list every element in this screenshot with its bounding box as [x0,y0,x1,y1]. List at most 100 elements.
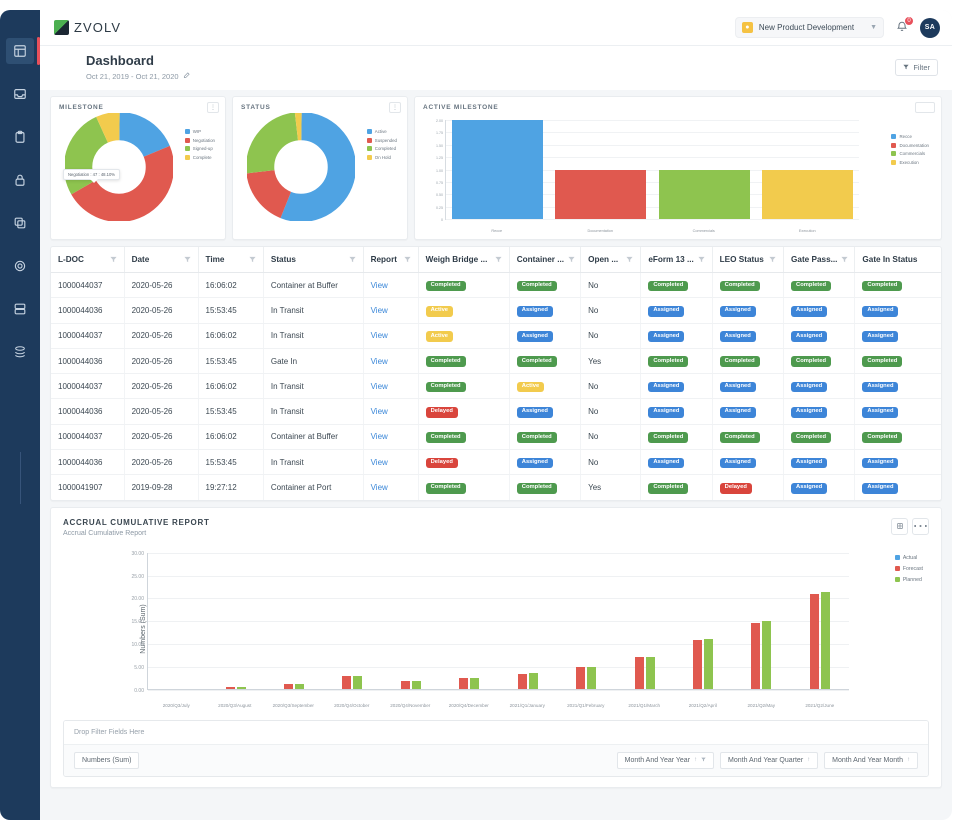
column-filter-icon[interactable] [495,256,502,263]
funnel-icon[interactable] [701,757,706,764]
table-header-cell[interactable]: eForm 13 ... [641,247,712,273]
table-row[interactable]: 10000440372020-05-2616:06:02In TransitVi… [51,323,941,348]
sort-ascending-icon[interactable]: ↑ [907,757,910,763]
sort-ascending-icon[interactable]: ↑ [694,757,697,763]
sidebar-item-tasks[interactable] [6,124,34,150]
bar[interactable] [751,623,760,690]
sidebar-item-inbox[interactable] [6,81,34,107]
column-filter-icon[interactable] [841,256,848,263]
bar[interactable] [635,657,644,689]
column-filter-icon[interactable] [698,256,705,263]
sidebar-item-data[interactable] [6,339,34,365]
sidebar-item-copies[interactable] [6,210,34,236]
column-filter-icon[interactable] [769,256,776,263]
column-filter-icon[interactable] [110,256,117,263]
table-row[interactable]: 10000440362020-05-2615:53:45In TransitVi… [51,399,941,424]
bar[interactable] [452,120,543,219]
bar[interactable] [529,673,538,689]
column-filter-icon[interactable] [404,256,411,263]
table-row[interactable]: 10000440362020-05-2615:53:45In TransitVi… [51,298,941,323]
measure-chip[interactable]: Numbers (Sum) [74,752,139,769]
column-filter-icon[interactable] [626,256,633,263]
legend-item[interactable]: Documentation [891,143,929,148]
table-header-cell[interactable]: Open ... [581,247,641,273]
view-report-link[interactable]: View [371,331,388,340]
bar[interactable] [587,667,596,690]
view-report-link[interactable]: View [371,483,388,492]
dimension-chip[interactable]: Month And Year Quarter↑ [720,752,818,769]
bar[interactable] [576,667,585,689]
legend-item[interactable]: Forecast [895,566,923,572]
bar[interactable] [693,640,702,689]
brand-logo[interactable]: ZVOLV [54,20,121,35]
table-row[interactable]: 10000440372020-05-2616:06:02Container at… [51,273,941,298]
table-header-cell[interactable]: Gate Pass... [784,247,855,273]
legend-item[interactable]: Suspended [367,138,397,143]
table-header-cell[interactable]: Date [124,247,198,273]
table-header-cell[interactable]: Report [363,247,418,273]
table-header-cell[interactable]: LEO Status [712,247,783,273]
table-row[interactable]: 10000440372020-05-2616:06:02Container at… [51,424,941,449]
column-filter-icon[interactable] [249,256,256,263]
table-header-cell[interactable]: Weigh Bridge ... [418,247,509,273]
view-report-link[interactable]: View [371,281,388,290]
legend-item[interactable]: Actual [895,555,923,561]
table-row[interactable]: 10000440372020-05-2616:06:02In TransitVi… [51,374,941,399]
view-report-link[interactable]: View [371,407,388,416]
legend-item[interactable]: Completed [367,146,397,151]
legend-item[interactable]: Negotiation [185,138,215,143]
legend-item[interactable]: WIP [185,129,215,134]
legend-item[interactable]: Commercials [891,151,929,156]
bar[interactable] [821,592,830,690]
bar[interactable] [518,674,527,690]
drop-filter-fields-zone[interactable]: Drop Filter Fields Here [64,721,928,745]
table-row[interactable]: 10000440362020-05-2615:53:45In TransitVi… [51,450,941,475]
sidebar-item-server[interactable] [6,296,34,322]
column-filter-icon[interactable] [184,256,191,263]
bar[interactable] [342,676,351,689]
legend-item[interactable]: Complete [185,155,215,160]
view-report-link[interactable]: View [371,306,388,315]
table-header-cell[interactable]: Gate In Status [855,247,941,273]
sidebar-item-security[interactable] [6,167,34,193]
bar[interactable] [646,657,655,690]
column-filter-icon[interactable] [568,256,575,263]
legend-item[interactable]: On Hold [367,155,397,160]
bar[interactable] [353,676,362,690]
table-header-cell[interactable]: L-DOC [51,247,124,273]
table-header-cell[interactable]: Time [198,247,263,273]
bar[interactable] [762,621,771,690]
legend-item[interactable]: Active [367,129,397,134]
bar[interactable] [555,170,646,220]
view-report-link[interactable]: View [371,357,388,366]
column-filter-icon[interactable] [349,256,356,263]
bar[interactable] [810,594,819,690]
table-header-cell[interactable]: Container ... [509,247,580,273]
bar[interactable] [704,639,713,689]
view-report-link[interactable]: View [371,432,388,441]
legend-item[interactable]: Planned [895,577,923,583]
table-header-cell[interactable]: Status [263,247,363,273]
table-row[interactable]: 10000440362020-05-2615:53:45Gate InViewC… [51,348,941,373]
bar[interactable] [762,170,853,220]
legend-item[interactable]: Signed-up [185,146,215,151]
view-report-link[interactable]: View [371,382,388,391]
legend-item[interactable]: Execution [891,160,929,165]
sort-ascending-icon[interactable]: ↑ [807,757,810,763]
active-milestone-menu-button[interactable] [915,102,935,113]
project-selector[interactable]: ● New Product Development ▼ [735,17,884,38]
date-range[interactable]: Oct 21, 2019 - Oct 21, 2020 [86,72,190,81]
sidebar-item-dashboard[interactable] [6,38,34,64]
legend-item[interactable]: Recce [891,134,929,139]
dimension-chip[interactable]: Month And Year Month↑ [824,752,918,769]
avatar[interactable]: SA [920,18,940,38]
view-report-link[interactable]: View [371,458,388,467]
more-options-button[interactable]: ⋯ [912,518,929,535]
dimension-chip[interactable]: Month And Year Year↑ [617,752,714,769]
settings-button[interactable] [891,518,908,535]
notifications-button[interactable]: 0 [892,18,912,38]
filter-button[interactable]: Filter [895,59,938,76]
table-row[interactable]: 10000419072019-09-2819:27:12Container at… [51,475,941,500]
sidebar-item-settings[interactable] [6,253,34,279]
bar[interactable] [659,170,750,220]
